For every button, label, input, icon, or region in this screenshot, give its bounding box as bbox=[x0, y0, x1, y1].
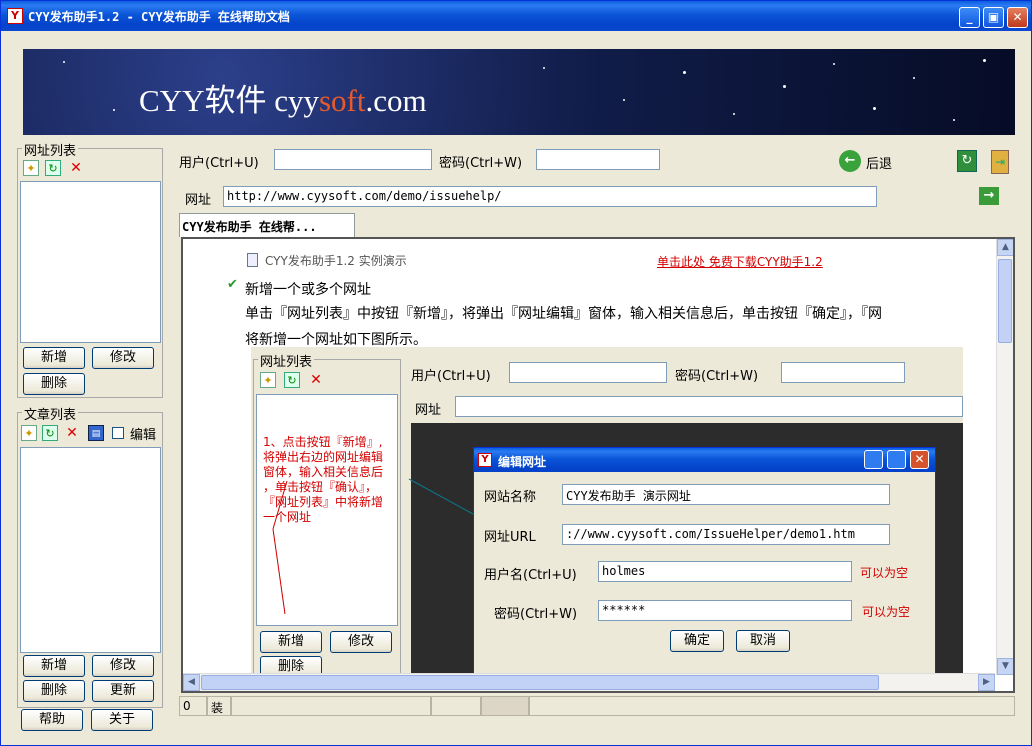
url-list-group: 网址列表 ✦ ↻ ✕ 新增 修改 删除 bbox=[17, 140, 163, 398]
title-bar[interactable]: Y CYY发布助手1.2 - CYY发布助手 在线帮助文档 _ ▣ ✕ bbox=[1, 1, 1031, 31]
back-icon[interactable]: ← bbox=[839, 150, 861, 172]
app-icon: Y bbox=[7, 8, 23, 24]
status-cell-count: 0 bbox=[179, 696, 207, 716]
dialog-cancel-button: 取消 bbox=[736, 630, 790, 652]
add-article-button[interactable]: 新增 bbox=[23, 655, 85, 677]
edit-checkbox[interactable] bbox=[112, 427, 124, 439]
scroll-left-icon[interactable]: ◀ bbox=[183, 674, 200, 691]
exit-icon[interactable]: ⇥ bbox=[991, 150, 1009, 174]
edit-url-dialog: Y 编辑网址 ✕ 网站名称 CYY发布助手 演示网址 网址URL ://www.… bbox=[473, 447, 936, 677]
url-input[interactable]: http://www.cyysoft.com/demo/issuehelp/ bbox=[223, 186, 877, 207]
horizontal-scrollbar[interactable]: ◀ ▶ bbox=[183, 673, 995, 691]
delete-article-button[interactable]: 删除 bbox=[23, 680, 85, 702]
url-listbox[interactable] bbox=[20, 181, 161, 343]
browser-view[interactable]: CYY发布助手1.2 实例演示 单击此处 免费下载CYY助手1.2 ✔ 新增一个… bbox=[181, 237, 1015, 693]
dialog-user-input: holmes bbox=[598, 561, 852, 582]
dialog-close-icon: ✕ bbox=[910, 450, 929, 469]
go-icon[interactable]: → bbox=[979, 187, 999, 205]
edit-url-icon[interactable]: ↻ bbox=[45, 160, 61, 176]
about-button[interactable]: 关于 bbox=[91, 709, 153, 731]
password-label: 密码(Ctrl+W) bbox=[439, 156, 523, 171]
save-icon[interactable]: ▤ bbox=[88, 425, 104, 441]
main-window: Y CYY发布助手1.2 - CYY发布助手 在线帮助文档 _ ▣ ✕ CYY软… bbox=[0, 0, 1032, 746]
update-article-button[interactable]: 更新 bbox=[92, 680, 154, 702]
add-url-button[interactable]: 新增 bbox=[23, 347, 85, 369]
dialog-user-label: 用户名(Ctrl+U) bbox=[484, 568, 577, 583]
password-input[interactable] bbox=[536, 149, 660, 170]
new-url-icon[interactable]: ✦ bbox=[23, 160, 39, 176]
status-bar: 0 装 bbox=[179, 696, 1015, 716]
dialog-title: Y 编辑网址 ✕ bbox=[474, 448, 935, 472]
window-title: CYY发布助手1.2 - CYY发布助手 在线帮助文档 bbox=[28, 10, 290, 24]
edit-url-button[interactable]: 修改 bbox=[92, 347, 154, 369]
dialog-password-input: ****** bbox=[598, 600, 852, 621]
banner-logo-text: CYY软件 cyysoft.com bbox=[139, 83, 427, 118]
scroll-down-icon[interactable]: ▼ bbox=[997, 658, 1013, 675]
close-button[interactable]: ✕ bbox=[1007, 7, 1028, 28]
vertical-scrollbar[interactable]: ▲ ▼ bbox=[996, 239, 1013, 675]
edit-article-icon[interactable]: ↻ bbox=[42, 425, 58, 441]
delete-url-button[interactable]: 删除 bbox=[23, 373, 85, 395]
banner: CYY软件 cyysoft.com bbox=[23, 49, 1015, 135]
site-url-input: ://www.cyysoft.com/IssueHelper/demo1.htm bbox=[562, 524, 890, 545]
scroll-right-icon[interactable]: ▶ bbox=[978, 674, 995, 691]
status-cell-extra bbox=[529, 696, 1015, 716]
tab-help-doc[interactable]: CYY发布助手 在线帮... bbox=[179, 213, 355, 237]
password-hint: 可以为空 bbox=[862, 605, 911, 619]
status-cell-progress bbox=[481, 696, 529, 716]
restore-button[interactable]: ▣ bbox=[983, 7, 1004, 28]
help-button[interactable]: 帮助 bbox=[21, 709, 83, 731]
dialog-password-label: 密码(Ctrl+W) bbox=[494, 607, 578, 622]
dialog-app-icon: Y bbox=[478, 453, 492, 467]
refresh-icon[interactable]: ↻ bbox=[957, 150, 977, 172]
vertical-scroll-thumb[interactable] bbox=[998, 259, 1012, 343]
site-name-input: CYY发布助手 演示网址 bbox=[562, 484, 890, 505]
back-label[interactable]: 后退 bbox=[866, 153, 892, 172]
delete-url-icon[interactable]: ✕ bbox=[68, 160, 84, 176]
scroll-up-icon[interactable]: ▲ bbox=[997, 239, 1013, 256]
user-label: 用户(Ctrl+U) bbox=[179, 156, 259, 171]
new-article-icon[interactable]: ✦ bbox=[21, 425, 37, 441]
article-list-group: 文章列表 ✦ ↻ ✕ ▤ 编辑 新增 修改 删除 更新 bbox=[17, 404, 163, 708]
url-label: 网址 bbox=[185, 193, 212, 208]
status-cell-message bbox=[231, 696, 431, 716]
edit-article-button[interactable]: 修改 bbox=[92, 655, 154, 677]
delete-article-icon[interactable]: ✕ bbox=[64, 425, 80, 441]
status-cell-blank bbox=[431, 696, 481, 716]
site-url-label: 网址URL bbox=[484, 530, 536, 545]
article-list-label: 文章列表 bbox=[22, 404, 79, 423]
dialog-minimize-icon bbox=[864, 450, 883, 469]
dialog-ok-button: 确定 bbox=[670, 630, 724, 652]
user-input[interactable] bbox=[274, 149, 432, 170]
article-listbox[interactable] bbox=[20, 447, 161, 653]
horizontal-scroll-thumb[interactable] bbox=[201, 675, 879, 690]
status-cell-loading: 装 bbox=[207, 696, 231, 716]
minimize-button[interactable]: _ bbox=[959, 7, 980, 28]
site-name-label: 网站名称 bbox=[484, 490, 537, 505]
edit-checkbox-label: 编辑 bbox=[130, 428, 157, 443]
url-list-label: 网址列表 bbox=[22, 140, 79, 159]
user-hint: 可以为空 bbox=[860, 566, 909, 580]
dialog-maximize-icon bbox=[887, 450, 906, 469]
